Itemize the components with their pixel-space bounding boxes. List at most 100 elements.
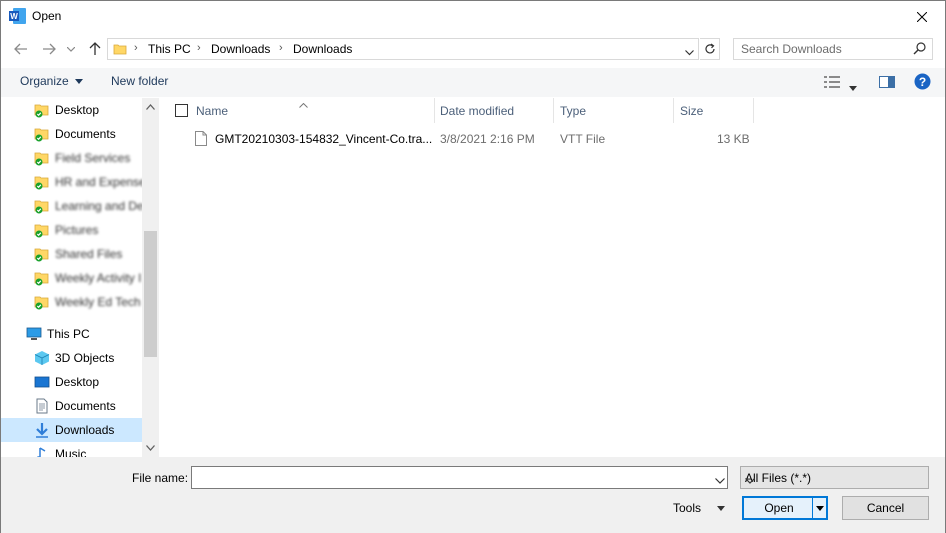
sidebar-item-learning-and-de[interactable]: Learning and De bbox=[1, 194, 142, 218]
folder-synced-icon bbox=[34, 222, 50, 241]
details-view-icon bbox=[824, 76, 840, 88]
refresh-icon bbox=[704, 43, 715, 54]
nav-scrollbar[interactable] bbox=[142, 98, 159, 457]
close-button[interactable] bbox=[899, 1, 945, 32]
scroll-thumb[interactable] bbox=[144, 231, 157, 357]
music-icon bbox=[34, 446, 50, 457]
column-header-name[interactable]: Name bbox=[189, 98, 434, 123]
forward-button[interactable] bbox=[39, 39, 59, 59]
column-header-date-modified[interactable]: Date modified bbox=[435, 98, 553, 123]
preview-pane-icon bbox=[879, 76, 895, 88]
sidebar-item-hr-and-expense[interactable]: HR and Expense bbox=[1, 170, 142, 194]
file-name-dropdown-icon[interactable] bbox=[715, 473, 725, 487]
breadcrumb-downloads-current[interactable]: Downloads bbox=[293, 42, 352, 56]
folder-synced-icon bbox=[34, 126, 50, 145]
sidebar-item-pictures[interactable]: Pictures bbox=[1, 218, 142, 242]
close-icon bbox=[917, 11, 927, 22]
column-header-type[interactable]: Type bbox=[554, 98, 673, 123]
chevron-down-icon bbox=[745, 473, 924, 487]
recent-locations-button[interactable] bbox=[64, 39, 78, 59]
preview-pane-button[interactable] bbox=[879, 75, 895, 92]
file-icon bbox=[195, 131, 207, 149]
sidebar-item-label: HR and Expense bbox=[55, 175, 142, 189]
open-button[interactable]: Open bbox=[742, 496, 828, 520]
table-row[interactable]: GMT20210303-154832_Vincent-Co.tra... 3/8… bbox=[187, 128, 757, 150]
desktop-icon bbox=[34, 374, 50, 393]
chevron-down-icon bbox=[75, 79, 84, 85]
breadcrumb-separator-icon: › bbox=[134, 42, 138, 54]
file-name-field[interactable] bbox=[191, 466, 728, 489]
select-all-checkbox[interactable] bbox=[175, 104, 188, 120]
sidebar-item-desktop[interactable]: Desktop bbox=[1, 98, 142, 122]
breadcrumb-separator-icon: › bbox=[197, 42, 201, 54]
address-dropdown-icon[interactable] bbox=[685, 45, 694, 59]
tools-button[interactable]: Tools bbox=[673, 501, 726, 515]
sidebar-item-desktop[interactable]: Desktop bbox=[1, 370, 142, 394]
sidebar-item-label: Pictures bbox=[55, 223, 99, 237]
new-folder-button[interactable]: New folder bbox=[111, 74, 168, 88]
organize-label: Organize bbox=[20, 74, 69, 88]
chevron-down-icon bbox=[815, 505, 824, 511]
file-name: GMT20210303-154832_Vincent-Co.tra... bbox=[215, 132, 433, 146]
sidebar-item-music[interactable]: Music bbox=[1, 442, 142, 457]
folder-synced-icon bbox=[34, 150, 50, 169]
file-date-modified: 3/8/2021 2:16 PM bbox=[440, 132, 535, 146]
file-type-filter[interactable]: All Files (*.*) bbox=[740, 466, 929, 489]
sidebar-item-label: 3D Objects bbox=[55, 351, 115, 365]
sidebar-item-documents[interactable]: Documents bbox=[1, 122, 142, 146]
column-header-size[interactable]: Size bbox=[674, 98, 754, 123]
back-button[interactable] bbox=[11, 39, 31, 59]
sidebar-item-label: Weekly Activity I bbox=[55, 271, 142, 285]
file-list: Name Date modified Type Size GMT20210303… bbox=[159, 98, 945, 457]
file-type: VTT File bbox=[560, 132, 606, 146]
scroll-down-icon[interactable] bbox=[145, 443, 156, 454]
scroll-up-icon[interactable] bbox=[145, 102, 156, 113]
refresh-button[interactable] bbox=[700, 38, 720, 60]
file-size: 13 KB bbox=[717, 132, 750, 146]
folder-synced-icon bbox=[34, 102, 50, 121]
computer-icon bbox=[26, 326, 42, 345]
sidebar-item-this-pc[interactable]: This PC bbox=[1, 322, 142, 346]
sidebar-item-label: Downloads bbox=[55, 423, 115, 437]
cube-icon bbox=[34, 350, 50, 369]
bottom-panel: File name: All Files (*.*) Tools Open Ca… bbox=[1, 457, 945, 533]
address-bar[interactable]: › This PC › Downloads › Downloads bbox=[107, 38, 699, 60]
folder-synced-icon bbox=[34, 294, 50, 313]
sidebar-item-shared-files[interactable]: Shared Files bbox=[1, 242, 142, 266]
download-icon bbox=[34, 422, 50, 441]
sidebar-item-label: This PC bbox=[47, 327, 90, 341]
svg-text:?: ? bbox=[919, 75, 926, 89]
open-dialog: W Open › This PC › Downloads › Downloads bbox=[0, 0, 946, 533]
column-divider[interactable] bbox=[753, 98, 754, 123]
breadcrumb-downloads[interactable]: Downloads bbox=[211, 42, 270, 56]
search-icon bbox=[913, 42, 926, 58]
folder-synced-icon bbox=[34, 174, 50, 193]
folder-icon bbox=[113, 42, 127, 59]
sidebar-item-documents[interactable]: Documents bbox=[1, 394, 142, 418]
cancel-button[interactable]: Cancel bbox=[842, 496, 929, 520]
chevron-down-icon bbox=[67, 46, 75, 52]
folder-synced-icon bbox=[34, 198, 50, 217]
up-button[interactable] bbox=[85, 39, 105, 59]
sidebar-item-downloads[interactable]: Downloads bbox=[1, 418, 142, 442]
breadcrumb-separator-icon: › bbox=[279, 42, 283, 54]
sidebar-item-weekly-ed-tech[interactable]: Weekly Ed Tech bbox=[1, 290, 142, 314]
search-input[interactable]: Search Downloads bbox=[741, 42, 842, 56]
chevron-down-icon bbox=[717, 506, 726, 512]
sidebar-item-3d-objects[interactable]: 3D Objects bbox=[1, 346, 142, 370]
title-bar: W Open bbox=[1, 1, 945, 32]
tools-label: Tools bbox=[673, 501, 702, 515]
search-box[interactable]: Search Downloads bbox=[733, 38, 933, 60]
sidebar-item-weekly-activity-i[interactable]: Weekly Activity I bbox=[1, 266, 142, 290]
view-options-button[interactable] bbox=[824, 75, 840, 92]
organize-button[interactable]: Organize bbox=[20, 74, 84, 88]
sidebar-item-field-services[interactable]: Field Services bbox=[1, 146, 142, 170]
view-dropdown-icon[interactable] bbox=[849, 80, 857, 94]
breadcrumb-this-pc[interactable]: This PC bbox=[148, 42, 191, 56]
window-title: Open bbox=[32, 9, 62, 23]
help-button[interactable]: ? bbox=[914, 73, 931, 93]
sidebar-item-label: Documents bbox=[55, 127, 116, 141]
open-options-button[interactable] bbox=[812, 498, 826, 518]
word-app-icon: W bbox=[9, 8, 26, 24]
sidebar-item-label: Desktop bbox=[55, 103, 100, 117]
